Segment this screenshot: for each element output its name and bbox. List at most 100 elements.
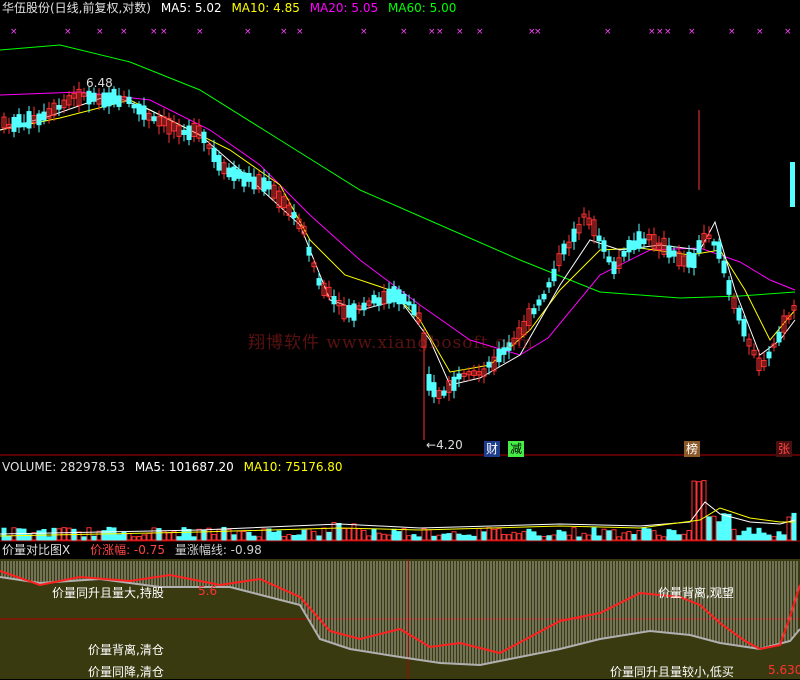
candle-body: [641, 238, 647, 245]
candle-body: [536, 299, 542, 306]
volume-bar: [76, 531, 82, 541]
volume-bar: [581, 532, 587, 541]
volume-bar: [181, 527, 187, 541]
candle-body: [561, 243, 567, 255]
candle-body: [231, 166, 237, 181]
signal-mark: ×: [280, 27, 288, 37]
volume-bar: [136, 536, 142, 541]
signal-mark: ×: [604, 27, 612, 37]
signal-mark: ×: [476, 27, 484, 37]
volume-bar: [386, 534, 392, 541]
volume-bar: [411, 534, 417, 541]
volume-bar: [726, 513, 732, 541]
volume-bar: [696, 481, 702, 541]
volume-bar: [231, 534, 237, 541]
candle-body: [21, 122, 27, 128]
candle-body: [606, 256, 612, 263]
candle-body: [451, 376, 457, 391]
candle-body: [721, 260, 727, 274]
volume-bar: [741, 530, 747, 541]
volume-bar: [186, 528, 192, 541]
volume-bar: [461, 534, 467, 541]
volume-bar: [661, 536, 667, 541]
volume-bar: [66, 527, 72, 541]
signal-mark: ×: [534, 27, 542, 37]
volume-bar: [606, 530, 612, 541]
candle-body: [351, 303, 357, 321]
price-chart[interactable]: × × × × × × × × × × × × × × × × ×× × × × × × × × ×: [0, 0, 800, 456]
volume-bar: [576, 536, 582, 541]
volume-bar: [611, 529, 617, 541]
volume-bar: [571, 527, 577, 541]
candle-body: [246, 172, 252, 182]
volume-bar: [431, 535, 437, 541]
volume-bar: [286, 534, 292, 541]
volume-bar: [561, 531, 567, 541]
volume-bar: [556, 529, 562, 541]
volume-bar: [551, 534, 557, 541]
candle-body: [601, 240, 607, 252]
signal-mark: ×: [160, 27, 168, 37]
volume-bar: [671, 530, 677, 541]
volume-bar: [141, 534, 147, 541]
volume-bar: [166, 532, 172, 541]
candle-body: [26, 111, 32, 129]
candle-body: [16, 114, 22, 128]
candle-body: [790, 162, 795, 207]
volume-bar: [381, 533, 387, 541]
tag-cai[interactable]: 财: [484, 441, 501, 457]
candle-body: [136, 103, 142, 115]
volume-bar: [356, 528, 362, 541]
signal-mark: ×: [150, 27, 158, 37]
candle-body: [626, 240, 632, 253]
volume-bar: [531, 531, 537, 541]
volume-bar: [241, 531, 247, 541]
volume-bar: [251, 535, 257, 541]
volume-bar: [631, 534, 637, 541]
volume-bar: [486, 527, 492, 541]
volume-bar: [776, 531, 782, 541]
volume-chart[interactable]: [0, 462, 800, 542]
signal-mark: ×: [648, 27, 656, 37]
candle-body: [621, 250, 627, 257]
signal-mark: ×: [244, 27, 252, 37]
indicator-title[interactable]: 价量对比图X: [2, 543, 70, 557]
tag-zhang[interactable]: 张: [776, 441, 793, 457]
volume-bar: [621, 532, 627, 541]
signal-mark: ×: [756, 27, 764, 37]
volume-bar: [466, 534, 472, 541]
volume-bar: [471, 535, 477, 541]
volume-bar: [81, 536, 87, 541]
volume-bar: [341, 528, 347, 541]
volume-bar: [706, 516, 712, 541]
volume-bar: [736, 535, 742, 541]
volume-bar: [476, 527, 482, 541]
volume-bar: [646, 528, 652, 541]
volume-bar: [396, 531, 402, 541]
volume-bar: [586, 534, 592, 541]
candle-body: [456, 373, 462, 380]
candle-body: [541, 293, 547, 300]
volume-bar: [326, 531, 332, 541]
candle-body: [241, 172, 247, 187]
tag-bang[interactable]: 榜: [684, 441, 701, 457]
tag-jian[interactable]: 减: [508, 441, 525, 457]
volume-bar: [731, 528, 737, 541]
indicator-chart[interactable]: [0, 557, 800, 679]
volume-bar: [526, 528, 532, 541]
indicator-value-left: 5.6: [198, 584, 218, 598]
candle-body: [666, 245, 672, 258]
volume-bar: [501, 534, 507, 541]
candle-body: [131, 104, 137, 109]
volume-bar: [296, 534, 302, 541]
volume-bar: [321, 527, 327, 541]
candle-body: [766, 351, 772, 359]
volume-bar: [156, 528, 162, 541]
candle-body: [396, 289, 402, 305]
signal-mark: ×: [196, 27, 204, 37]
volume-bar: [21, 528, 27, 541]
volume-bar: [711, 515, 717, 541]
volume-bar: [406, 535, 412, 541]
volume-bar: [636, 530, 642, 541]
volume-bar: [496, 528, 502, 541]
